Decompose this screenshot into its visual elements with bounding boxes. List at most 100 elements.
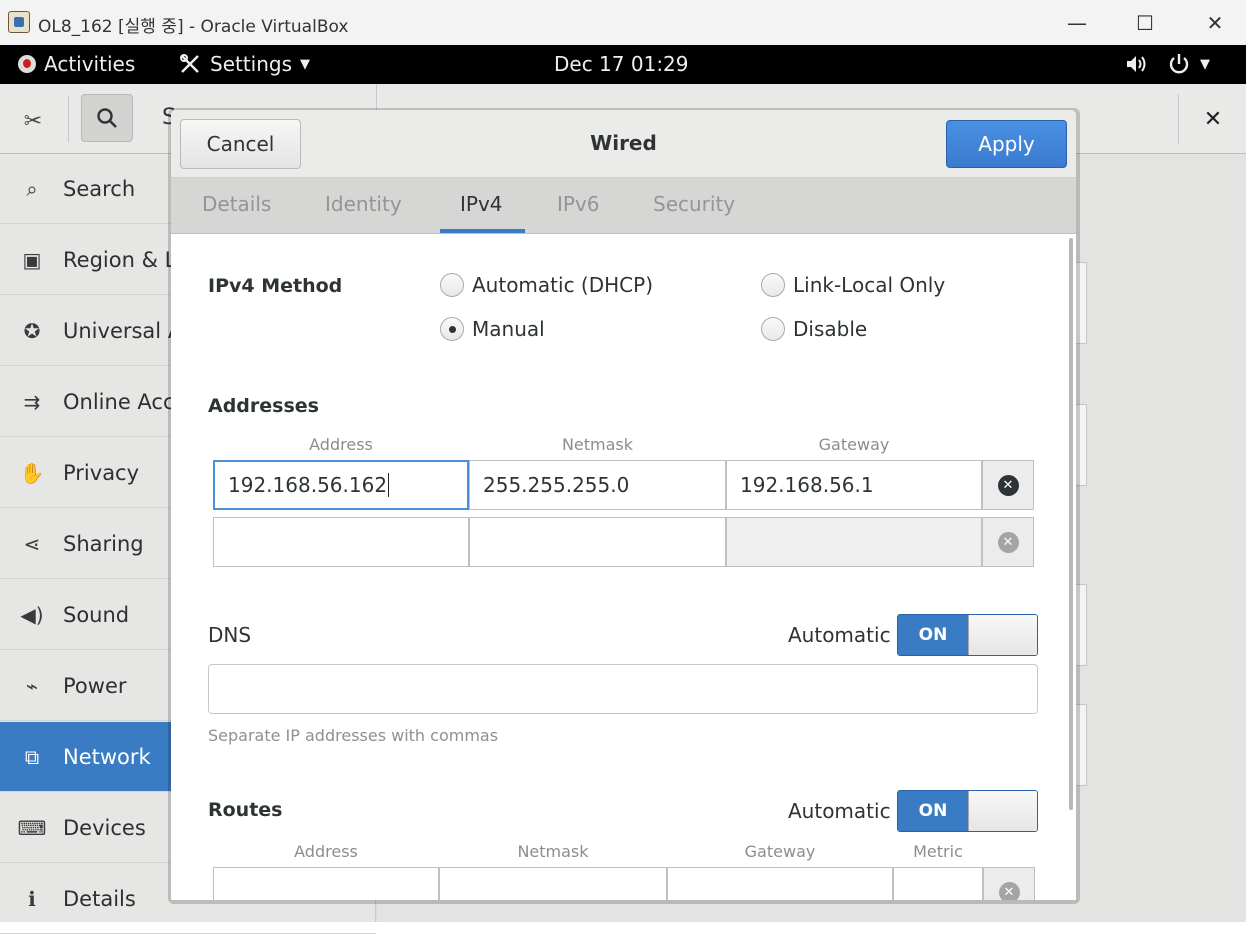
gateway-value: 192.168.56.1: [740, 473, 874, 497]
tab-ipv4[interactable]: IPv4: [460, 192, 503, 216]
power-icon: [1169, 54, 1189, 74]
sidebar-item-label: Devices: [63, 815, 146, 840]
routes-automatic-label: Automatic: [788, 799, 891, 823]
tab-security[interactable]: Security: [653, 192, 735, 216]
netmask-value: 255.255.255.0: [483, 473, 630, 497]
online-accounts-icon: ⇉: [23, 389, 41, 414]
netmask-input-empty[interactable]: [469, 517, 726, 567]
chevron-down-icon: ▼: [300, 56, 311, 72]
sidebar-item-label: Power: [63, 673, 127, 698]
search-icon: [97, 108, 117, 128]
switch-knob: [968, 791, 1037, 831]
sound-icon: ◀): [20, 602, 44, 627]
gnome-top-bar: Activities Settings ▼ Dec 17 01:29 ▼: [0, 45, 1246, 84]
text-caret: [388, 473, 390, 497]
radio-label: Disable: [793, 317, 868, 341]
address-column-header: Address: [309, 435, 373, 454]
tab-ipv6[interactable]: IPv6: [557, 192, 600, 216]
activities-button[interactable]: Activities: [18, 52, 135, 76]
power-icon: ⌁: [25, 673, 39, 698]
dns-automatic-label: Automatic: [788, 623, 891, 647]
remove-icon: ✕: [997, 531, 1019, 553]
sidebar-item-label: Region & L: [63, 247, 177, 272]
radio-manual[interactable]: Manual: [440, 317, 545, 341]
apply-button[interactable]: Apply: [946, 120, 1067, 168]
accessibility-icon: ✪: [23, 318, 41, 343]
volume-icon: [1127, 56, 1146, 72]
routes-label: Routes: [208, 799, 283, 821]
route-metric-column-header: Metric: [913, 842, 963, 861]
clock[interactable]: Dec 17 01:29: [554, 52, 689, 76]
sidebar-item-label: Online Acc: [63, 389, 175, 414]
address-input[interactable]: 192.168.56.162: [213, 460, 469, 510]
virtualbox-app-icon: [8, 11, 30, 33]
vm-window-titlebar: OL8_162 [실행 중] - Oracle VirtualBox — ☐ ✕: [0, 0, 1246, 45]
settings-app-menu[interactable]: Settings ▼: [178, 52, 310, 76]
radio-automatic-dhcp[interactable]: Automatic (DHCP): [440, 273, 653, 297]
radio-circle: [761, 317, 785, 341]
switch-knob: [968, 615, 1037, 655]
gateway-input-empty[interactable]: [726, 517, 982, 567]
sidebar-item-label: Details: [63, 886, 136, 911]
sidebar-item-label: Search: [63, 176, 136, 201]
radio-label: Manual: [472, 317, 545, 341]
activities-label: Activities: [44, 52, 136, 76]
dns-automatic-switch[interactable]: ON: [897, 614, 1038, 656]
maximize-button[interactable]: ☐: [1120, 6, 1170, 40]
delete-address-button[interactable]: ✕: [982, 460, 1034, 510]
search-toggle-button[interactable]: [81, 94, 133, 142]
header-divider-right: [1178, 94, 1179, 144]
remove-icon: ✕: [998, 881, 1020, 900]
close-window-button[interactable]: ✕: [1190, 6, 1240, 40]
network-icon: ⧉: [24, 744, 40, 769]
switch-on-label: ON: [898, 791, 968, 831]
route-address-input[interactable]: [213, 867, 439, 900]
delete-address-button-empty[interactable]: ✕: [982, 517, 1034, 567]
dialog-title: Wired: [590, 131, 657, 155]
route-gateway-column-header: Gateway: [744, 842, 816, 861]
tab-identity[interactable]: Identity: [325, 192, 402, 216]
radio-label: Link-Local Only: [793, 273, 946, 297]
tab-details[interactable]: Details: [202, 192, 271, 216]
sidebar-item-label: Universal A: [63, 318, 183, 343]
sidebar-item-label: Sound: [63, 602, 130, 627]
switch-on-label: ON: [898, 615, 968, 655]
radio-circle: [761, 273, 785, 297]
dns-input[interactable]: [208, 664, 1038, 714]
privacy-icon: ✋: [19, 460, 45, 485]
devices-icon: ⌨: [17, 815, 47, 840]
routes-automatic-switch[interactable]: ON: [897, 790, 1038, 832]
dialog-headerbar: Cancel Wired Apply: [171, 110, 1076, 178]
remove-icon: ✕: [997, 474, 1019, 496]
activities-logo-icon: [18, 55, 36, 73]
dns-label: DNS: [208, 623, 252, 647]
dialog-tabs: Details Identity IPv4 IPv6 Security: [171, 178, 1076, 234]
vm-window-title: OL8_162 [실행 중] - Oracle VirtualBox: [38, 17, 349, 37]
radio-label: Automatic (DHCP): [472, 273, 653, 297]
sidebar-item-label: Privacy: [63, 460, 140, 485]
settings-tools-icon: ✂: [23, 108, 43, 134]
gateway-input[interactable]: 192.168.56.1: [726, 460, 982, 510]
system-menu[interactable]: ▼: [1124, 52, 1210, 76]
sidebar-item-label: Sharing: [63, 531, 144, 556]
vertical-scrollbar[interactable]: [1069, 238, 1073, 810]
radio-circle: [440, 273, 464, 297]
radio-circle-selected: [440, 317, 464, 341]
route-netmask-input[interactable]: [439, 867, 667, 900]
sharing-icon: ⋖: [23, 531, 41, 556]
address-input-empty[interactable]: [213, 517, 469, 567]
route-metric-input[interactable]: [893, 867, 983, 900]
route-netmask-column-header: Netmask: [517, 842, 589, 861]
radio-link-local-only[interactable]: Link-Local Only: [761, 273, 945, 297]
netmask-input[interactable]: 255.255.255.0: [469, 460, 726, 510]
radio-disable[interactable]: Disable: [761, 317, 867, 341]
ipv4-method-label: IPv4 Method: [208, 275, 343, 297]
settings-close-button[interactable]: ✕: [1195, 104, 1231, 134]
route-gateway-input[interactable]: [667, 867, 893, 900]
address-value: 192.168.56.162: [228, 473, 388, 497]
delete-route-button[interactable]: ✕: [983, 867, 1035, 900]
active-tab-indicator: [440, 229, 525, 233]
header-separator: [68, 96, 69, 142]
minimize-button[interactable]: —: [1052, 6, 1102, 40]
dns-hint: Separate IP addresses with commas: [208, 726, 499, 745]
